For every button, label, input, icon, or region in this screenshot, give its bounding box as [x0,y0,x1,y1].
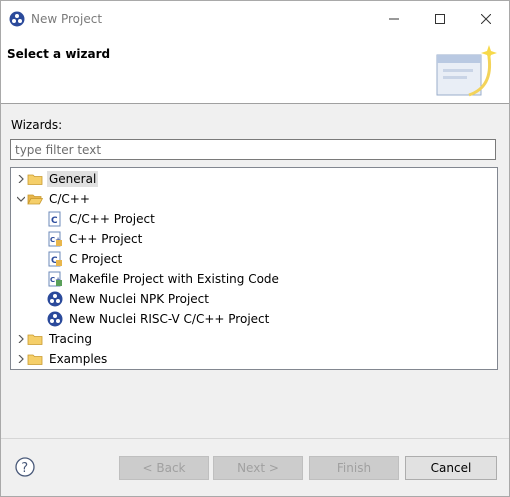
maximize-button[interactable] [417,1,463,37]
tree-item-label: Tracing [49,332,93,346]
tree-item-c-project[interactable]: C C Project [47,249,124,269]
tree-item-c-cpp-project[interactable]: C C/C++ Project [47,209,157,229]
tree-item-label: General [47,171,99,187]
footer-divider [1,438,509,439]
tree-item-label: C Project [69,252,123,266]
page-title: Select a wizard [7,47,111,61]
title-bar: New Project [1,1,509,37]
tree-item-label: New Nuclei NPK Project [69,292,209,306]
tree-item-label: C/C++ Project [69,212,155,226]
finish-button[interactable]: Finish [309,456,399,480]
close-icon [481,14,491,24]
tree-item-nuclei-riscv-project[interactable]: New Nuclei RISC-V C/C++ Project [47,309,271,329]
makefile-project-icon: C+ [48,271,62,287]
cpp-project-icon: C+ [48,231,62,247]
tree-item-label: New Nuclei RISC-V C/C++ Project [69,312,270,326]
new-project-dialog: New Project Select a wizard Wizards: typ… [0,0,510,497]
svg-text:?: ? [21,461,28,476]
help-icon[interactable]: ? [15,457,35,477]
minimize-button[interactable] [371,1,417,37]
folder-icon [27,174,43,185]
folder-icon [27,334,43,345]
close-button[interactable] [463,1,509,37]
tree-item-general[interactable]: General [15,169,99,189]
window-title: New Project [31,12,103,26]
cancel-button[interactable]: Cancel [405,456,497,480]
tree-item-makefile-project[interactable]: C+ Makefile Project with Existing Code [47,269,281,289]
folder-icon [27,354,43,365]
tree-item-label: Makefile Project with Existing Code [69,272,279,286]
tree-item-cpp-project[interactable]: C+ C++ Project [47,229,144,249]
chevron-right-icon[interactable] [15,169,27,189]
svg-text:C: C [51,216,58,226]
wizard-banner-icon [436,45,497,97]
tree-item-label: C++ Project [69,232,143,246]
tree-item-nuclei-npk-project[interactable]: New Nuclei NPK Project [47,289,211,309]
chevron-right-icon[interactable] [15,329,27,349]
maximize-icon [435,14,445,24]
nuclei-icon [47,291,63,307]
app-icon [9,11,25,27]
nuclei-icon [47,311,63,327]
wizard-header: Select a wizard [1,37,509,104]
back-button[interactable]: < Back [119,456,209,480]
folder-open-icon [27,194,43,205]
wizards-label: Wizards: [11,118,63,132]
minimize-icon [389,18,399,20]
c-project-icon: C [48,251,62,267]
chevron-right-icon[interactable] [15,349,27,369]
tree-item-examples[interactable]: Examples [15,349,109,369]
tree-item-tracing[interactable]: Tracing [15,329,94,349]
filter-input[interactable] [10,139,496,160]
tree-item-c-cpp[interactable]: C/C++ [15,189,92,209]
tree-item-label: C/C++ [49,192,90,206]
tree-item-label: Examples [49,352,108,366]
next-button[interactable]: Next > [213,456,303,480]
c-project-icon: C [48,211,61,227]
chevron-down-icon[interactable] [15,189,27,209]
wizard-tree[interactable]: General C/C++ C C/C++ Project C+ C++ Pro… [10,167,498,370]
